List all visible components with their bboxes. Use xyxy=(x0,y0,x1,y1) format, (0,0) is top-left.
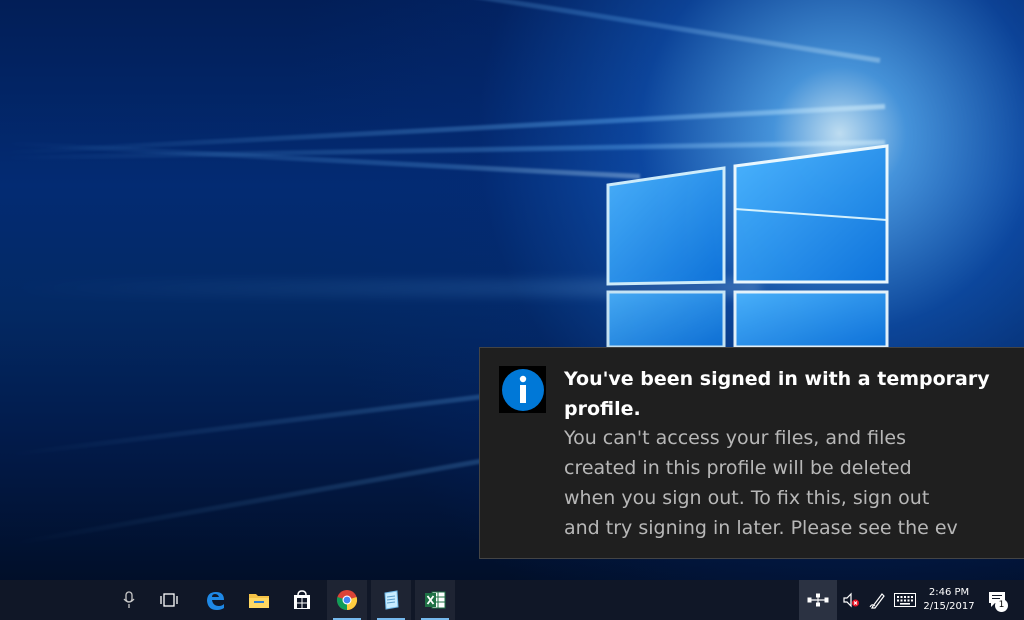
notification-body: You can't access your files, and files c… xyxy=(564,427,958,539)
info-icon xyxy=(499,366,546,413)
taskbar-clock[interactable]: 2:46 PM 2/15/2017 xyxy=(920,580,978,620)
taskbar-app-edge[interactable] xyxy=(196,580,234,620)
temporary-profile-notification[interactable]: You've been signed in with a temporary p… xyxy=(479,347,1024,559)
tray-network-button[interactable] xyxy=(799,580,837,620)
taskbar-app-excel[interactable] xyxy=(415,580,455,620)
windows-logo-pane xyxy=(606,166,726,286)
chrome-icon xyxy=(336,590,358,611)
store-icon xyxy=(294,590,310,609)
task-view-button[interactable] xyxy=(151,580,187,620)
notification-title: You've been signed in with a temporary p… xyxy=(564,368,990,420)
tray-volume-button[interactable] xyxy=(839,580,863,620)
tray-touch-keyboard-button[interactable] xyxy=(892,580,918,620)
microphone-icon xyxy=(123,591,135,608)
clock-date: 2/15/2017 xyxy=(923,601,975,612)
windows-logo-pane xyxy=(606,290,726,349)
keyboard-icon xyxy=(894,593,916,607)
notepad-icon xyxy=(384,590,399,610)
excel-icon xyxy=(425,591,446,609)
taskbar-app-file-explorer[interactable] xyxy=(240,580,278,620)
task-view-icon xyxy=(160,593,178,607)
info-icon-glyph xyxy=(501,368,544,411)
edge-icon xyxy=(207,592,224,610)
cortana-microphone-button[interactable] xyxy=(112,580,146,620)
volume-muted-icon xyxy=(843,592,859,608)
taskbar-app-store[interactable] xyxy=(283,580,321,620)
pen-ink-icon xyxy=(869,593,885,609)
taskbar-app-notepad[interactable] xyxy=(371,580,411,620)
windows-logo-pane xyxy=(733,290,889,349)
network-icon xyxy=(807,593,829,607)
taskbar: 2:46 PM 2/15/2017 xyxy=(0,580,1024,620)
screen: You've been signed in with a temporary p… xyxy=(0,0,1024,620)
tray-windows-ink-button[interactable] xyxy=(866,580,890,620)
clock-time: 2:46 PM xyxy=(928,587,970,598)
taskbar-app-chrome[interactable] xyxy=(327,580,367,620)
notification-count-badge: 1 xyxy=(995,599,1008,612)
file-explorer-icon xyxy=(249,594,269,608)
